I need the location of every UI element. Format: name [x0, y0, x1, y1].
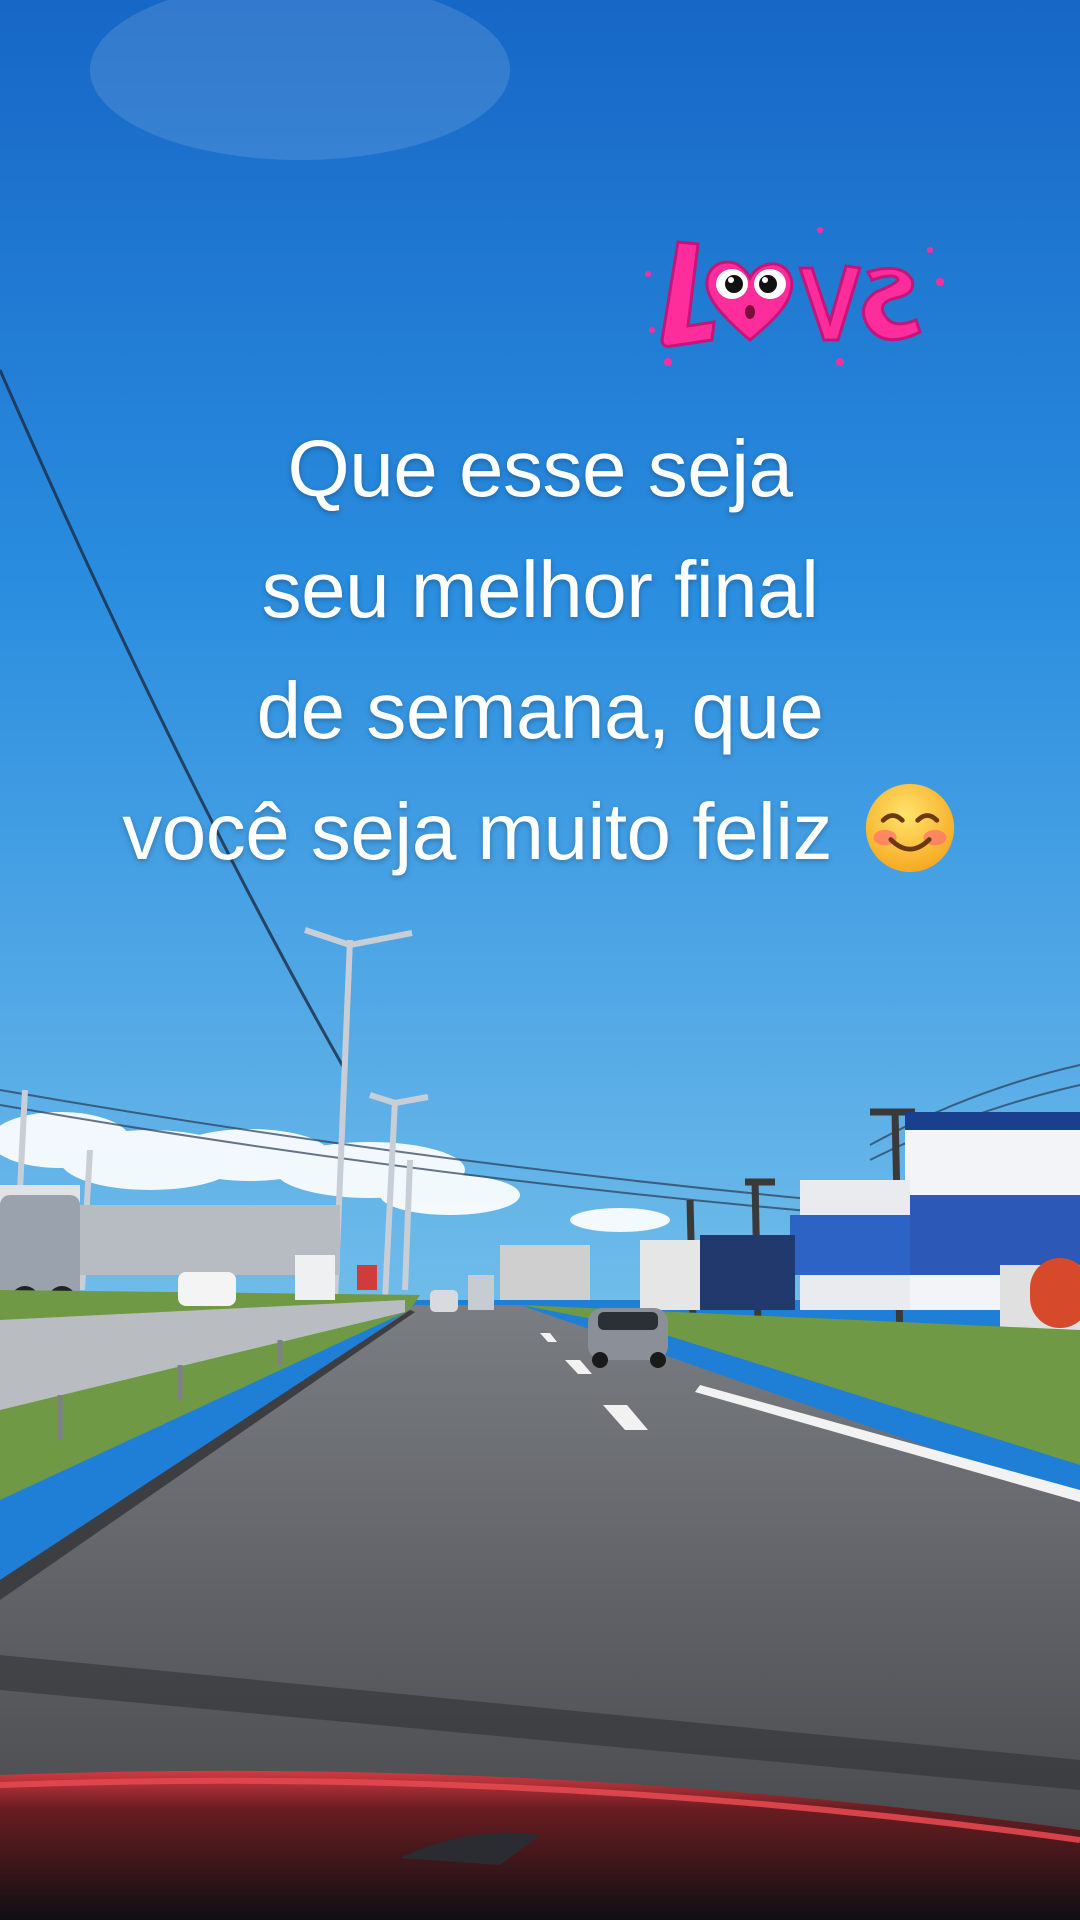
caption-line-4: você seja muito feliz: [40, 771, 1040, 892]
photo-scene: Que esse seja seu melhor final de semana…: [0, 0, 1080, 1920]
smiling-face-with-blush-emoji: [865, 783, 954, 873]
caption-line-4-text: você seja muito feliz: [122, 787, 833, 876]
caption-line-2: seu melhor final: [261, 545, 819, 634]
caption-line-1: Que esse seja: [287, 424, 793, 513]
caption-text: Que esse seja seu melhor final de semana…: [40, 408, 1040, 892]
love-sticker-icon: [645, 227, 944, 366]
caption-line-3: de semana, que: [256, 666, 824, 755]
